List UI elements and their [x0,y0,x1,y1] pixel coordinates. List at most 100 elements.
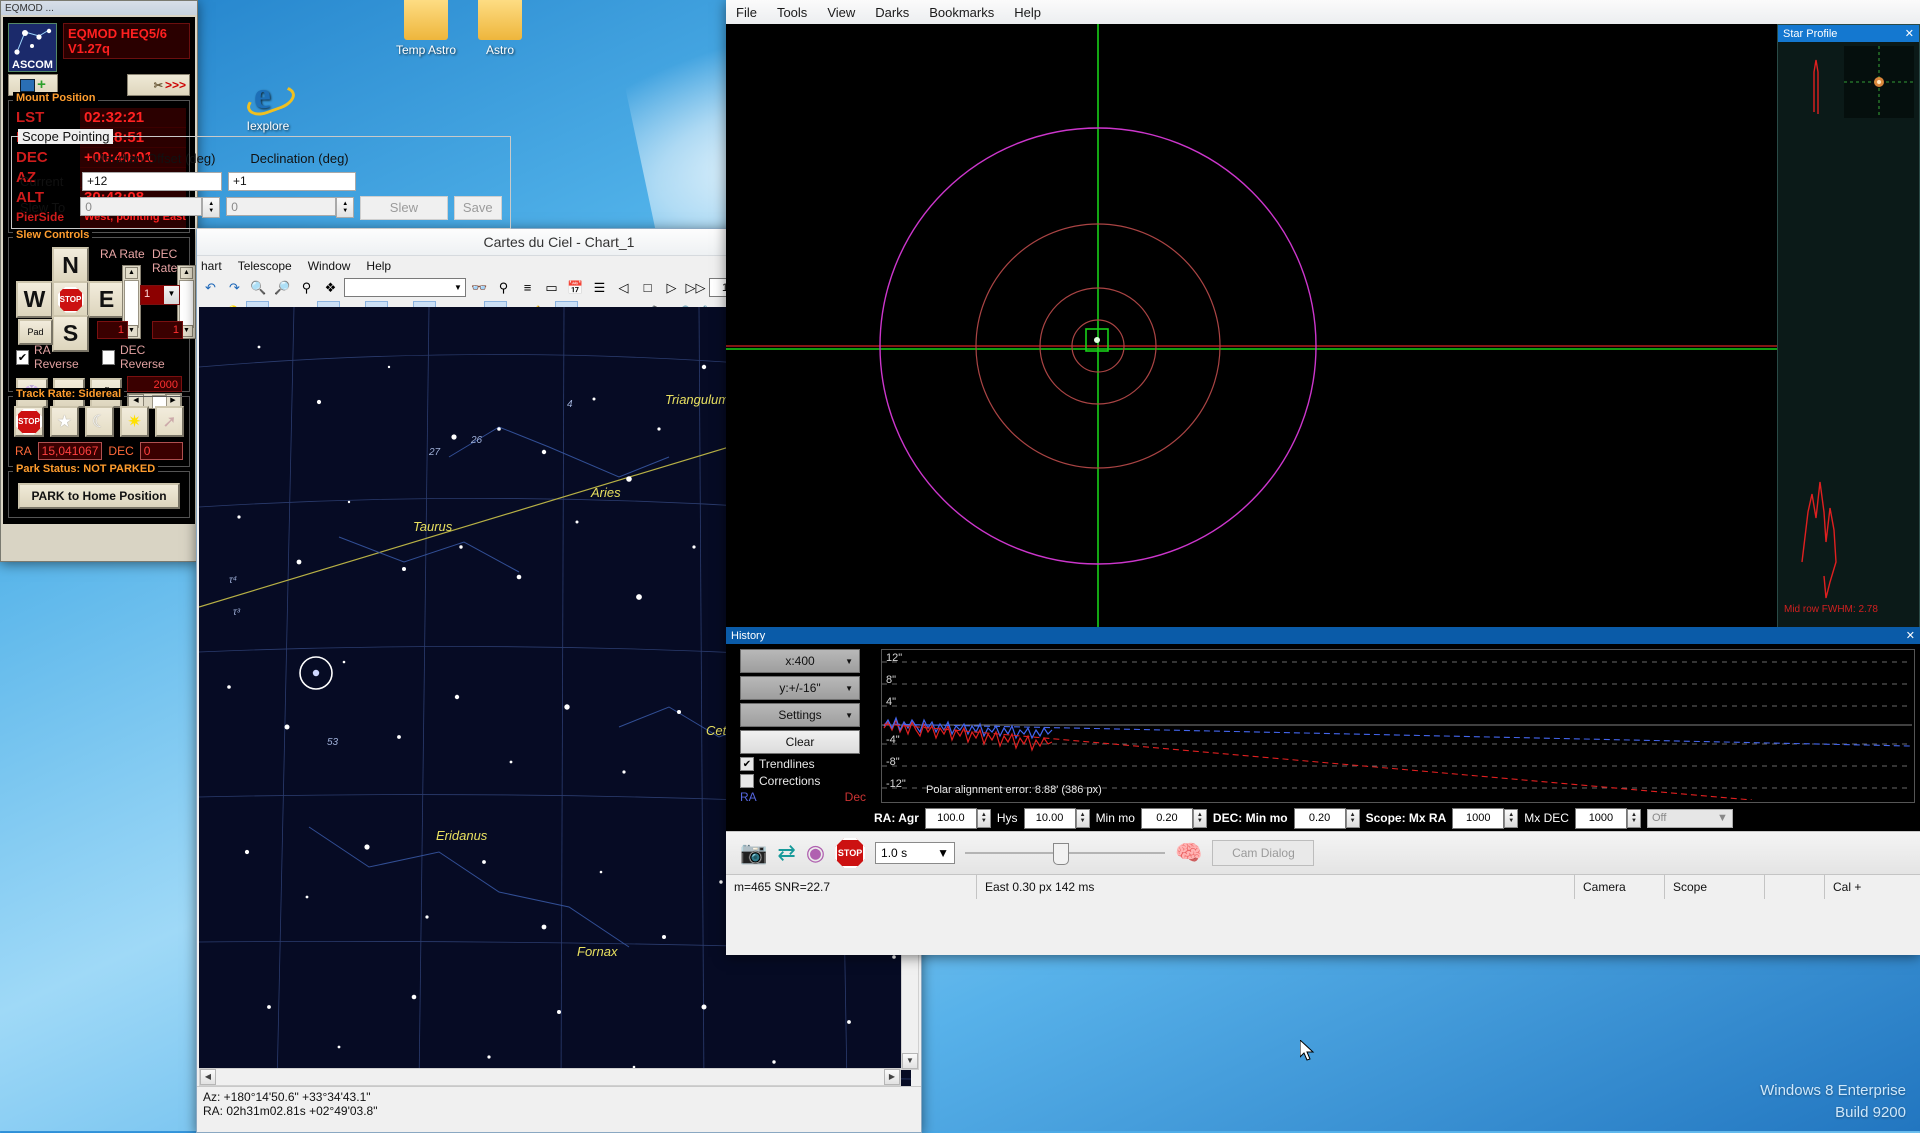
phd-menu-bookmarks[interactable]: Bookmarks [929,5,994,20]
track-ra-value[interactable]: 15,041067 [37,442,103,460]
phd2-menubar[interactable]: File Tools View Darks Bookmarks Help [726,0,1920,24]
ra-rate-value[interactable]: 1 [97,321,128,339]
scroll-right-arrow[interactable]: ▶ [884,1069,900,1085]
track-stop-button[interactable]: STOP [14,406,44,437]
ra-aggressiveness-input[interactable] [924,807,977,829]
hysteresis-spinner[interactable]: ▲▼ [1023,807,1090,829]
chevron-down-icon[interactable]: ▼ [845,684,853,693]
phd-menu-tools[interactable]: Tools [777,5,807,20]
max-ra-input[interactable] [1452,807,1505,829]
history-y-scale-combo[interactable]: y:+/-16" ▼ [740,676,860,700]
spinner-arrows[interactable]: ▲ ▼ [1345,808,1360,828]
expand-panel-button[interactable]: ✂ >>> [127,74,190,96]
stop-anim-icon[interactable]: □ [637,277,658,298]
phd-menu-darks[interactable]: Darks [875,5,909,20]
park-to-home-button[interactable]: PARK to Home Position [18,483,180,509]
history-x-scale-combo[interactable]: x:400 ▼ [740,649,860,673]
star-profile-titlebar[interactable]: Star Profile ✕ [1778,25,1919,42]
phd-bottom-toolbar[interactable]: 📷 ⇄ ◉ STOP 1.0 s ▼ 🧠 Cam Dialog [726,831,1920,874]
chevron-down-icon[interactable]: ▼ [845,657,853,666]
camera-icon[interactable]: 📷 [740,840,767,866]
hysteresis-input[interactable] [1023,807,1076,829]
dec-minmove-input[interactable] [1293,807,1346,829]
guiding-history-graph[interactable]: 12" 8" 4" -4" -8" -12" Polar alignment e… [881,649,1915,803]
slew-north-button[interactable]: N [52,247,89,284]
fast-forward-icon[interactable]: ▷▷ [685,277,706,298]
prev-icon[interactable]: ◁ [613,277,634,298]
cdc-menu-chart[interactable]: hart [201,259,222,273]
binoculars-search-icon[interactable]: 👓 [469,277,490,298]
cdc-horizontal-scrollbar[interactable]: ◀ ▶ [199,1068,901,1086]
history-titlebar[interactable]: History ✕ [726,627,1920,644]
phd-menu-help[interactable]: Help [1014,5,1041,20]
redo-icon[interactable]: ↷ [224,277,245,298]
track-dec-value[interactable]: 0 [139,442,183,460]
corrections-checkbox[interactable]: Corrections [740,774,866,788]
stop-icon[interactable]: STOP [835,838,866,868]
track-solar-button[interactable]: ✷ [120,406,149,437]
slew-pad-button[interactable]: Pad [18,319,53,345]
max-dec-input[interactable] [1574,807,1627,829]
calendar-icon[interactable]: 📅 [565,277,586,298]
dec-rate-value[interactable]: 1 [152,321,183,339]
eqmod-window[interactable]: EQMOD ... ASCOM EQMOD HEQ5/6 V1.27q + ✂ … [0,0,198,562]
chevron-down-icon[interactable]: ▼ [451,283,465,292]
desktop-icon-iexplore[interactable]: e Iexplore [220,72,316,133]
track-lunar-button[interactable]: ☾ [85,406,114,437]
slew-east-button[interactable]: E [88,281,125,318]
undo-icon[interactable]: ↶ [200,277,221,298]
chevron-down-icon[interactable]: ▼ [845,711,853,720]
max-ra-spinner[interactable]: ▲▼ [1452,807,1519,829]
phd-parameters-row[interactable]: RA: Agr ▲▼ Hys ▲▼ Min mo ▲▼ DEC: Min mo … [726,805,1920,831]
phd2-window[interactable]: File Tools View Darks Bookmarks Help Sta… [726,0,1920,955]
ra-rate-up-arrow[interactable]: ▲ [125,267,138,279]
slew-stop-button[interactable]: STOP [52,281,89,318]
next-icon[interactable]: ▷ [661,277,682,298]
scroll-left-arrow[interactable]: ◀ [200,1069,216,1085]
ra-aggressiveness-spinner[interactable]: ▲▼ [924,807,991,829]
layers-icon[interactable]: ☰ [589,277,610,298]
slewto-declination-input[interactable]: 0 [226,197,337,216]
eqmod-titlebar[interactable]: EQMOD ... [1,1,197,15]
spinner-arrows[interactable]: ▲ ▼ [976,808,991,828]
save-button[interactable]: Save [453,195,502,220]
ra-minmove-spinner[interactable]: ▲▼ [1140,807,1207,829]
zoom-reset-icon[interactable]: ⚲ [296,277,317,298]
horizon-icon[interactable]: ▭ [541,277,562,298]
spinner-arrows[interactable]: ▲ ▼ [1504,808,1519,828]
history-settings-combo[interactable]: Settings ▼ [740,703,860,727]
phd-menu-file[interactable]: File [736,5,757,20]
desktop-icon-astro[interactable]: Astro [452,0,548,57]
slewto-meridian-spinner[interactable]: ▲ ▼ [202,197,221,218]
gamma-slider[interactable] [965,843,1166,865]
guide-target-icon[interactable]: ◉ [806,840,825,866]
history-clear-button[interactable]: Clear [740,730,860,754]
dec-rate-up-arrow[interactable]: ▲ [180,267,193,279]
star-profile-panel[interactable]: Star Profile ✕ Mid row FWHM: 2.78 [1777,24,1920,629]
slewto-meridian-input[interactable]: 0 [80,197,203,216]
brain-icon[interactable]: 🧠 [1175,840,1202,866]
cdc-search-combo[interactable]: ▼ [344,278,466,297]
spinner-arrows[interactable]: ▲ ▼ [1075,808,1090,828]
dec-minmove-spinner[interactable]: ▲▼ [1293,807,1360,829]
max-dec-spinner[interactable]: ▲▼ [1574,807,1641,829]
zoom-in-icon[interactable]: 🔍 [248,277,269,298]
loop-icon[interactable]: ⇄ [777,840,795,866]
spinner-arrows[interactable]: ▲ ▼ [1192,808,1207,828]
slew-south-button[interactable]: S [52,315,89,352]
close-icon[interactable]: ✕ [1905,27,1914,40]
spinner-arrows[interactable]: ▲ ▼ [1626,808,1641,828]
dec-guide-mode-combo[interactable]: Off ▼ [1646,808,1733,828]
guide-camera-view[interactable] [726,24,1920,627]
cdc-menu-telescope[interactable]: Telescope [238,259,292,273]
chevron-down-icon[interactable]: ▼ [937,846,949,860]
track-custom-button[interactable]: ➚ [155,406,184,437]
chevron-down-icon[interactable]: ▼ [164,286,179,304]
slider-thumb[interactable] [1053,843,1070,865]
dec-rate-dropdown[interactable]: 1 ▼ [140,285,180,305]
scroll-down-arrow[interactable]: ▼ [902,1053,918,1069]
ra-minmove-input[interactable] [1140,807,1193,829]
trendlines-checkbox[interactable]: ✔ Trendlines [740,757,866,771]
exposure-combo[interactable]: 1.0 s ▼ [875,842,956,864]
chevron-down-icon[interactable]: ▼ [1717,812,1728,824]
